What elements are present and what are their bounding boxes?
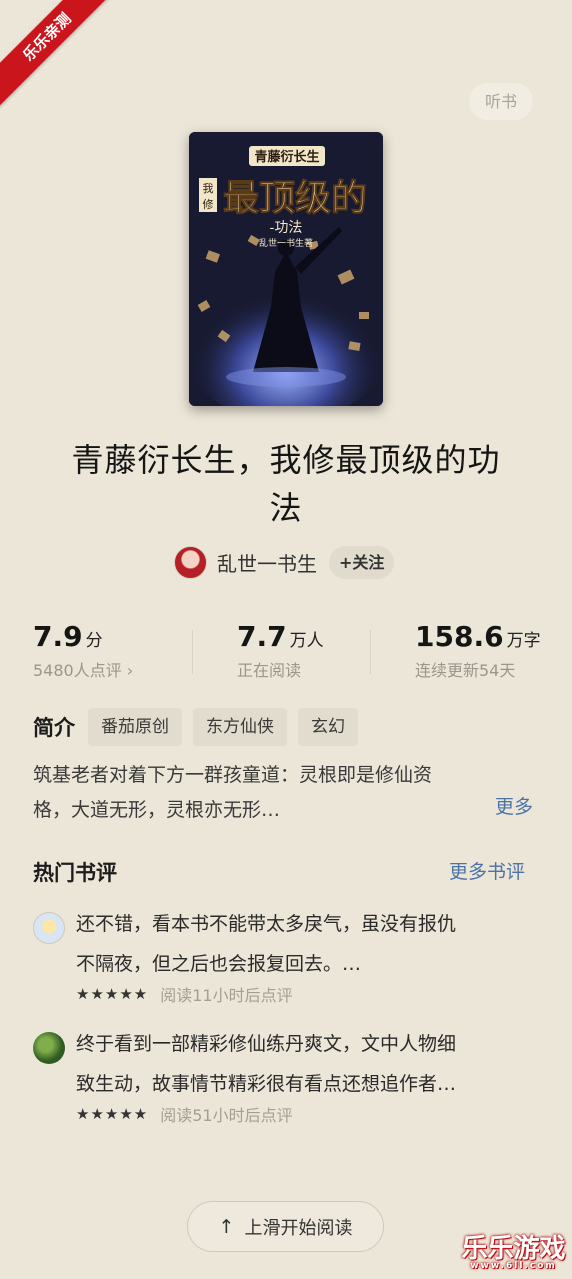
review-text: 终于看到一部精彩修仙练丹爽文，文中人物细 致生动，故事情节精彩很有看点还想追作者…: [76, 1024, 543, 1104]
watermark-sub: www.6ll.com: [470, 1261, 557, 1271]
intro-header: 简介 番茄原创 东方仙侠 玄幻: [33, 708, 369, 746]
author-name[interactable]: 乱世一书生: [217, 548, 317, 577]
readers-label: 正在阅读: [237, 661, 302, 680]
book-title: 青藤衍长生，我修最顶级的功 法: [36, 436, 536, 532]
review-info: 阅读51小时后点评: [160, 1106, 293, 1125]
svg-text:乱世一书生著: 乱世一书生著: [259, 237, 313, 249]
reviewer-avatar[interactable]: [33, 1032, 65, 1064]
reviewer-avatar[interactable]: [33, 912, 65, 944]
score-value: 7.9: [33, 620, 83, 653]
book-cover-art: 青藤衍长生 我 修 最顶级的 -功法 乱世一书生著: [189, 132, 383, 406]
tag-chip[interactable]: 番茄原创: [88, 708, 182, 746]
score-unit: 分: [85, 631, 103, 651]
watermark-main: 乐乐游戏: [461, 1234, 566, 1264]
review-text-line-1: 还不错，看本书不能带太多戾气，虽没有报仇: [76, 913, 457, 935]
tag-chip[interactable]: 玄幻: [298, 708, 358, 746]
cover-prefix-2: 修: [203, 197, 214, 211]
author-row[interactable]: 乱世一书生 +关注: [174, 544, 395, 580]
review-meta: ★★★★★ 阅读51小时后点评: [76, 1102, 293, 1126]
review-text-line-1: 终于看到一部精彩修仙练丹爽文，文中人物细: [76, 1033, 457, 1055]
book-title-line-1: 青藤衍长生，我修最顶级的功: [71, 441, 501, 479]
review-info: 阅读11小时后点评: [160, 986, 293, 1005]
stats-divider: [192, 630, 193, 674]
intro-text-line-2: 格，大道无形，灵根亦无形…: [33, 799, 281, 821]
more-reviews-link[interactable]: 更多书评: [449, 857, 525, 884]
intro-label: 简介: [33, 716, 75, 740]
readers-unit: 万人: [289, 631, 324, 651]
swipe-to-read-button[interactable]: ↑ 上滑开始阅读: [187, 1201, 384, 1252]
intro-more-link[interactable]: 更多: [495, 792, 533, 819]
book-title-line-2: 法: [269, 489, 303, 527]
score-reviews-link[interactable]: 5480人点评 ›: [33, 657, 133, 681]
intro-text[interactable]: 筑基老者对着下方一群孩童道：灵根即是修仙资 格，大道无形，灵根亦无形…: [33, 758, 543, 828]
swipe-label: 上滑开始阅读: [244, 1217, 353, 1239]
intro-text-line-1: 筑基老者对着下方一群孩童道：灵根即是修仙资: [33, 764, 433, 786]
svg-text:青藤衍长生: 青藤衍长生: [254, 149, 319, 165]
words-value: 158.6: [415, 620, 504, 653]
readers-value: 7.7: [237, 620, 287, 653]
words-unit: 万字: [506, 631, 541, 651]
arrow-up-icon: ↑: [218, 1215, 235, 1238]
stats-bar: 7.9 分 5480人点评 › 7.7 万人 正在阅读 158.6 万字 连续更新54…: [0, 620, 572, 690]
follow-button[interactable]: +关注: [329, 545, 395, 579]
rating-stars-icon: ★★★★★: [76, 985, 149, 1003]
words-label: 连续更新54天: [415, 661, 516, 680]
stat-score[interactable]: 7.9 分 5480人点评 ›: [33, 620, 133, 681]
review-text: 还不错，看本书不能带太多戾气，虽没有报仇 不隔夜，但之后也会报复回去。…: [76, 904, 543, 984]
stat-readers: 7.7 万人 正在阅读: [237, 620, 324, 681]
review-meta: ★★★★★ 阅读11小时后点评: [76, 982, 293, 1006]
rating-stars-icon: ★★★★★: [76, 1105, 149, 1123]
corner-badge: 乐乐亲测: [0, 0, 118, 108]
review-text-line-2: 不隔夜，但之后也会报复回去。…: [76, 953, 362, 975]
tag-chip[interactable]: 东方仙侠: [193, 708, 287, 746]
svg-text:最顶级的: 最顶级的: [223, 177, 367, 219]
stats-divider: [370, 630, 371, 674]
author-avatar[interactable]: [174, 545, 207, 579]
review-text-line-2: 致生动，故事情节精彩很有看点还想追作者…: [76, 1073, 457, 1095]
cover-prefix: 我: [203, 182, 214, 195]
book-cover[interactable]: 青藤衍长生 我 修 最顶级的 -功法 乱世一书生著: [189, 132, 383, 406]
listen-button[interactable]: 听书: [469, 83, 533, 120]
stat-words: 158.6 万字 连续更新54天: [415, 620, 541, 681]
site-watermark: 乐乐游戏 www.6ll.com: [455, 1228, 572, 1279]
hot-reviews-title: 热门书评: [33, 861, 117, 885]
svg-text:-功法: -功法: [270, 220, 303, 236]
